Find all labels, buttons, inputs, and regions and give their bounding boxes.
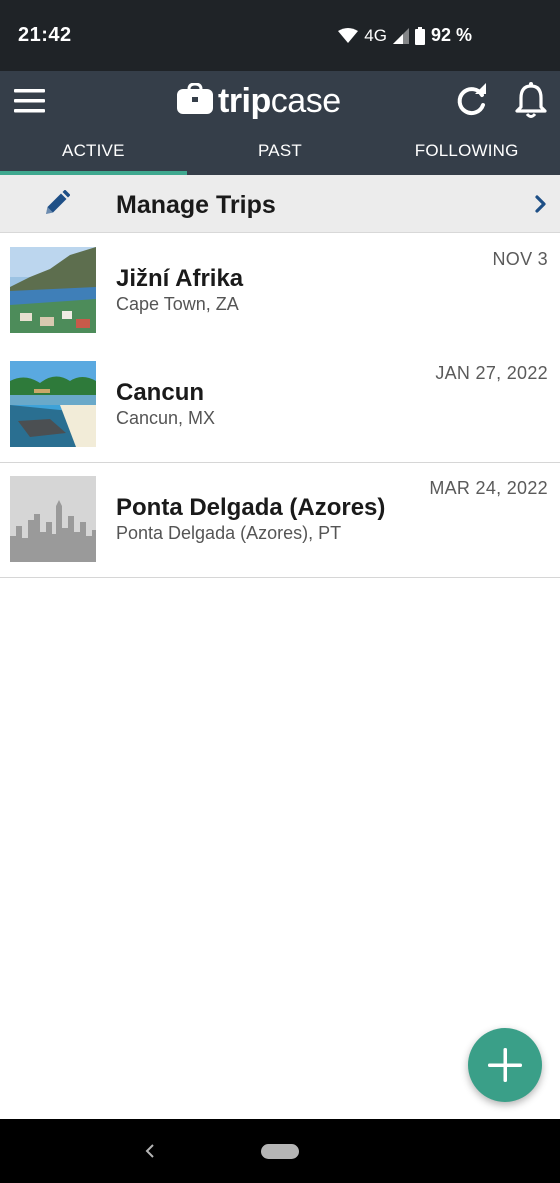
tab-active[interactable]: ACTIVE	[0, 129, 187, 175]
chevron-right-icon	[534, 194, 548, 214]
plus-icon	[488, 1048, 522, 1082]
trip-row[interactable]: Ponta Delgada (Azores) Ponta Delgada (Az…	[0, 463, 560, 578]
trip-location: Cancun, MX	[116, 408, 216, 428]
logo-text: tripcase	[218, 81, 341, 120]
battery-icon	[414, 26, 425, 45]
battery-percent: 92 %	[430, 25, 472, 45]
home-pill-icon[interactable]	[261, 1144, 299, 1159]
trip-date: NOV 3	[492, 249, 548, 269]
status-bar: 21:42 4G 92 %	[0, 0, 560, 71]
tab-following[interactable]: FOLLOWING	[373, 129, 560, 175]
trip-name: Jižní Afrika	[116, 265, 244, 292]
system-nav-bar	[0, 1119, 560, 1183]
briefcase-icon	[176, 81, 214, 120]
trip-location: Ponta Delgada (Azores), PT	[116, 523, 342, 543]
status-time: 21:42	[18, 24, 72, 46]
trip-location: Cape Town, ZA	[116, 294, 239, 314]
status-icons: 4G 92 %	[338, 25, 472, 46]
trip-name: Ponta Delgada (Azores)	[116, 494, 386, 521]
app-bar: tripcase ACTIVE PAST FOLLOWING	[0, 71, 560, 175]
trip-date: MAR 24, 2022	[429, 478, 548, 498]
cape-town-photo	[10, 247, 96, 333]
trip-tabs: ACTIVE PAST FOLLOWING	[0, 129, 560, 175]
manage-trips-row[interactable]: Manage Trips	[0, 175, 560, 233]
bell-icon[interactable]	[514, 81, 548, 119]
signal-icon	[392, 27, 409, 44]
network-label: 4G	[364, 25, 387, 45]
pencil-icon	[42, 189, 71, 218]
trip-row[interactable]: Jižní Afrika Cape Town, ZA NOV 3	[0, 234, 560, 349]
trip-row[interactable]: Cancun Cancun, MX JAN 27, 2022	[0, 348, 560, 463]
city-skyline-placeholder	[10, 476, 96, 562]
refresh-icon[interactable]	[455, 83, 489, 117]
cancun-beach-photo	[10, 361, 96, 447]
menu-icon[interactable]	[13, 87, 47, 115]
trip-date: JAN 27, 2022	[435, 363, 548, 383]
trip-name: Cancun	[116, 379, 205, 406]
manage-trips-label: Manage Trips	[116, 191, 276, 219]
back-icon[interactable]	[142, 1139, 158, 1163]
tripcase-logo: tripcase	[176, 79, 341, 123]
tab-past[interactable]: PAST	[187, 129, 374, 175]
add-trip-button[interactable]	[468, 1028, 542, 1102]
wifi-icon	[338, 27, 359, 44]
